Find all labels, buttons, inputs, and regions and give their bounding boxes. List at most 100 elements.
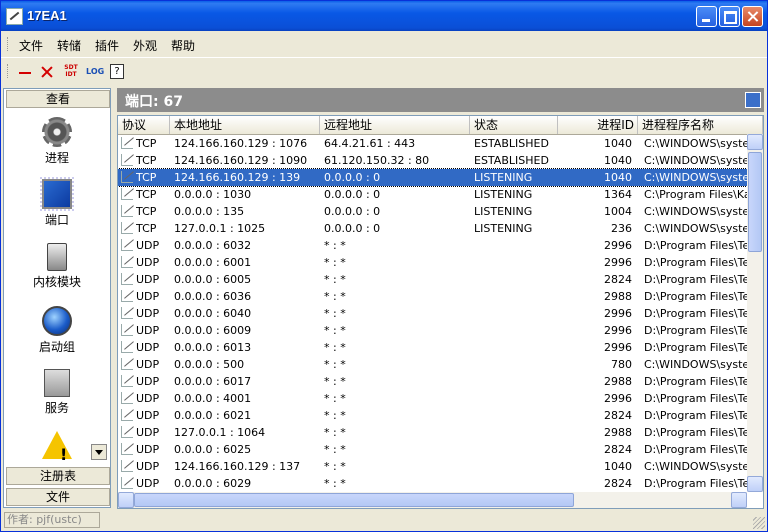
table-cell: 0.0.0.0 : 6013 — [174, 341, 252, 354]
menu-file[interactable]: 文件 — [19, 37, 43, 54]
table-row[interactable]: UDP 0.0.0.0 : 6001 * : * 2996 D:\Program Fil… — [118, 254, 747, 271]
log-button[interactable]: LOG — [86, 67, 106, 83]
table-row[interactable]: UDP 127.0.0.1 : 1064 * : * 2988 D:\Program F… — [118, 424, 747, 441]
horizontal-scroll-thumb[interactable] — [134, 493, 574, 507]
table-row[interactable]: UDP 0.0.0.0 : 6009 * : * 2996 D:\Program Fil… — [118, 322, 747, 339]
table-row[interactable]: UDP 0.0.0.0 : 6029 * : * 2824 D:\Program Fil… — [118, 475, 747, 492]
table-cell: 1040 — [604, 154, 632, 167]
table-cell: 2824 — [604, 409, 632, 422]
scroll-left-arrow[interactable] — [118, 492, 134, 508]
table-cell: UDP — [136, 460, 160, 473]
table-cell: C:\WINDOWS\system — [644, 171, 747, 184]
delete-icon[interactable] — [39, 64, 55, 80]
sidebar-item-startup[interactable]: 启动组 — [4, 306, 110, 355]
table-row[interactable]: UDP 0.0.0.0 : 6005 * : * 2824 D:\Program Fil… — [118, 271, 747, 288]
table-cell: 2824 — [604, 273, 632, 286]
column-state[interactable]: 状态 — [470, 116, 558, 134]
panel-options-icon[interactable] — [745, 92, 761, 108]
table-row[interactable]: UDP 0.0.0.0 : 4001 * : * 2996 D:\Program Fil… — [118, 390, 747, 407]
table-cell — [474, 237, 558, 254]
horizontal-scrollbar[interactable] — [118, 492, 747, 508]
sidebar-scroll-down[interactable] — [91, 444, 107, 460]
computer-icon — [44, 369, 70, 397]
sidebar-item-port[interactable]: 端口 — [4, 177, 110, 228]
sidebar-item-services[interactable]: 服务 — [4, 369, 110, 416]
column-pid[interactable]: 进程ID — [558, 116, 638, 134]
menu-plugins[interactable]: 插件 — [95, 37, 119, 54]
vertical-scrollbar[interactable] — [747, 134, 763, 492]
resize-grip[interactable] — [753, 517, 765, 529]
scroll-right-arrow[interactable] — [731, 492, 747, 508]
table-cell — [474, 271, 558, 288]
table-cell: TCP — [136, 188, 157, 201]
close-button[interactable] — [742, 6, 763, 27]
table-cell — [474, 254, 558, 271]
connection-icon — [121, 477, 133, 489]
sdt-idt-button[interactable]: SDT IDT — [63, 64, 79, 80]
scroll-down-arrow[interactable] — [747, 476, 763, 492]
port-list[interactable]: 协议 本地地址 远程地址 状态 进程ID 进程程序名称 TCP 124.166.1… — [117, 115, 764, 509]
table-cell: D:\Program Files\Ten — [644, 409, 747, 422]
table-cell: TCP — [136, 222, 157, 235]
warning-exclamation: ! — [60, 445, 68, 464]
globe-icon — [42, 306, 72, 336]
sidebar-item-label: 服务 — [44, 401, 69, 415]
table-row[interactable]: UDP 0.0.0.0 : 6013 * : * 2996 D:\Program Fil… — [118, 339, 747, 356]
table-cell: UDP — [136, 409, 160, 422]
table-row[interactable]: UDP 0.0.0.0 : 6040 * : * 2996 D:\Program Fil… — [118, 305, 747, 322]
table-cell: * : * — [324, 375, 346, 388]
table-cell: 2824 — [604, 443, 632, 456]
minus-icon[interactable] — [17, 64, 33, 80]
panel-title: 端口: 67 — [125, 94, 183, 110]
table-cell: 2996 — [604, 324, 632, 337]
vertical-scroll-thumb[interactable] — [748, 152, 762, 252]
table-row[interactable]: TCP 124.166.160.129 : 139 0.0.0.0 : 0 LISTE… — [118, 168, 748, 187]
scroll-up-arrow[interactable] — [747, 134, 763, 150]
table-row[interactable]: UDP 124.166.160.129 : 137 * : * 1040 C:\WIND… — [118, 458, 747, 475]
connection-icon — [121, 222, 133, 234]
title-bar[interactable]: 17EA1 — [1, 1, 767, 31]
table-row[interactable]: UDP 0.0.0.0 : 6021 * : * 2824 D:\Program Fil… — [118, 407, 747, 424]
table-row[interactable]: UDP 0.0.0.0 : 500 * : * 780 C:\WINDOWS\syste… — [118, 356, 747, 373]
maximize-button[interactable] — [719, 6, 740, 27]
connection-icon — [121, 375, 133, 387]
table-cell — [474, 356, 558, 373]
table-cell: * : * — [324, 460, 346, 473]
table-row[interactable]: TCP 0.0.0.0 : 135 0.0.0.0 : 0 LISTENING 1004… — [118, 203, 747, 220]
sidebar-header-file[interactable]: 文件 — [6, 488, 110, 506]
column-process-path[interactable]: 进程程序名称 — [638, 116, 763, 134]
table-cell: TCP — [136, 154, 157, 167]
column-local-address[interactable]: 本地地址 — [170, 116, 320, 134]
table-cell: 1040 — [604, 171, 632, 184]
connection-icon — [121, 460, 133, 472]
table-cell — [474, 475, 558, 492]
table-cell — [474, 424, 558, 441]
table-row[interactable]: TCP 0.0.0.0 : 1030 0.0.0.0 : 0 LISTENING 136… — [118, 186, 747, 203]
table-cell: C:\WINDOWS\system — [644, 137, 747, 150]
minimize-button[interactable] — [696, 6, 717, 27]
help-icon[interactable]: ? — [110, 64, 124, 79]
column-protocol[interactable]: 协议 — [118, 116, 170, 134]
sidebar-header-view[interactable]: 查看 — [6, 90, 110, 108]
table-row[interactable]: UDP 0.0.0.0 : 6032 * : * 2996 D:\Program Fil… — [118, 237, 747, 254]
table-row[interactable]: TCP 127.0.0.1 : 1025 0.0.0.0 : 0 LISTENING 2… — [118, 220, 747, 237]
column-remote-address[interactable]: 远程地址 — [320, 116, 470, 134]
table-cell: 124.166.160.129 : 139 — [174, 171, 301, 184]
table-cell: 0.0.0.0 : 1030 — [174, 188, 252, 201]
table-cell: C:\WINDOWS\system — [644, 222, 747, 235]
table-row[interactable]: TCP 124.166.160.129 : 1076 64.4.21.61 : 44… — [118, 135, 747, 152]
sidebar-header-registry[interactable]: 注册表 — [6, 467, 110, 485]
table-row[interactable]: UDP 0.0.0.0 : 6025 * : * 2824 D:\Program Fil… — [118, 441, 747, 458]
table-cell: 1040 — [604, 137, 632, 150]
table-cell — [474, 288, 558, 305]
table-row[interactable]: TCP 124.166.160.129 : 1090 61.120.150.32 :… — [118, 152, 747, 169]
menu-appearance[interactable]: 外观 — [133, 37, 157, 54]
table-cell: D:\Program Files\Ten — [644, 375, 747, 388]
table-row[interactable]: UDP 0.0.0.0 : 6017 * : * 2988 D:\Program Fil… — [118, 373, 747, 390]
menu-help[interactable]: 帮助 — [171, 37, 195, 54]
table-cell — [474, 322, 558, 339]
menu-dump[interactable]: 转储 — [57, 37, 81, 54]
sidebar-item-process[interactable]: 进程 — [4, 117, 110, 166]
table-row[interactable]: UDP 0.0.0.0 : 6036 * : * 2988 D:\Program Fil… — [118, 288, 747, 305]
sidebar-item-kernel-modules[interactable]: 内核模块 — [4, 243, 110, 290]
